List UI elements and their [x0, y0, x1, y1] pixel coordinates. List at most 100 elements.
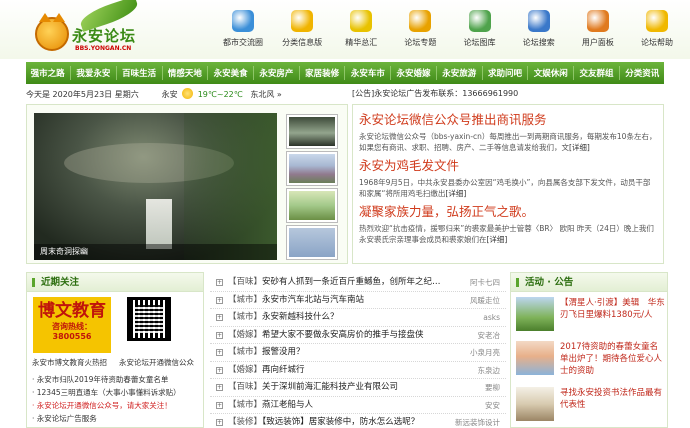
- thread-author[interactable]: 安老冶: [478, 327, 501, 344]
- news-headline[interactable]: 永安为鸡毛发文件: [359, 157, 657, 174]
- thread-author[interactable]: 要柳: [485, 379, 500, 396]
- thread-title[interactable]: 永安市汽车北站与汽车南站: [262, 295, 364, 305]
- site-logo[interactable]: 永安论坛 BBS.YONGAN.CN: [35, 0, 145, 57]
- news-more-link[interactable]: [详细]: [569, 143, 590, 152]
- main-nav-link[interactable]: 永安婚嫁: [397, 67, 431, 79]
- activity-item[interactable]: 寻找永安投资书法作品最有代表性: [516, 387, 666, 428]
- topnav-item[interactable]: 论坛搜索: [511, 10, 567, 54]
- main-nav-link[interactable]: 强市之路: [31, 67, 65, 79]
- topnav-label: 用户面板: [581, 38, 614, 47]
- news-more-link[interactable]: [详细]: [487, 235, 508, 244]
- site-header: 永安论坛 BBS.YONGAN.CN 都市交流圈 分类信息版 精华总汇 论坛专题 论坛图…: [0, 0, 690, 59]
- ad-headline: 博文教育: [38, 301, 106, 321]
- nav-separator: [252, 66, 254, 80]
- announcement-bar[interactable]: [公告]永安论坛广告发布联系：13666961990: [352, 88, 664, 102]
- education-ad-banner[interactable]: 博文教育 咨询热线：3800556: [33, 297, 111, 353]
- thread-author[interactable]: 小泉月亮: [470, 344, 500, 361]
- thread-title[interactable]: 关于深圳前海汇能科技产业有限公司: [262, 382, 398, 392]
- main-nav-link[interactable]: 求助问吧: [488, 67, 522, 79]
- activity-item[interactable]: 2017待资助的春蕾女童名单出炉了！期待各位爱心人士的资助: [516, 341, 666, 383]
- thread-author[interactable]: asks: [483, 309, 500, 326]
- main-nav-link[interactable]: 我爱永安: [76, 67, 110, 79]
- thread-title[interactable]: 希望大家不要做永安高房价的推手与接盘侠: [262, 330, 424, 340]
- list-item[interactable]: · 永安市归队2019年待资助春蕾女童名单: [32, 373, 202, 386]
- slideshow-thumbnail[interactable]: [286, 114, 338, 149]
- thread-title[interactable]: 安砂有人抓到一条近百斤重鳡鱼，创所年之纪…: [262, 277, 441, 287]
- topnav-item[interactable]: 论坛专题: [392, 10, 448, 54]
- thread-title[interactable]: 燕江老船与人: [262, 400, 313, 410]
- main-nav-link[interactable]: 交友群组: [579, 67, 613, 79]
- nav-separator: [618, 66, 620, 80]
- main-nav-link[interactable]: 情感天地: [168, 67, 202, 79]
- slideshow-thumbnail[interactable]: [286, 151, 338, 186]
- wind-text[interactable]: 东北风 »: [250, 90, 281, 99]
- topnav-item[interactable]: 论坛帮助: [629, 10, 685, 54]
- main-nav-link[interactable]: 分类资讯: [625, 67, 659, 79]
- activity-link[interactable]: 【渭星人·引渡】美辑 华东刃飞日里爆料1380元/人: [560, 297, 666, 321]
- slideshow-main-image[interactable]: 周末奇洞探幽: [34, 113, 277, 260]
- thread-title[interactable]: 永安新越科技什么？: [262, 312, 339, 322]
- nav-separator: [390, 66, 392, 80]
- thread-row[interactable]: + 【城市】永安新越科技什么？ asks: [210, 309, 506, 327]
- topnav-item[interactable]: 用户面板: [570, 10, 626, 54]
- thread-row[interactable]: + 【婚嫁】再向纤城行 东泉边: [210, 362, 506, 379]
- forum-homepage: 永安论坛 BBS.YONGAN.CN 都市交流圈 分类信息版 精华总汇 论坛专题 论坛图…: [0, 0, 690, 428]
- thread-row[interactable]: + 【装修】【致远装饰】居家装修中，防水怎么选呢？ 新远装饰设计: [210, 414, 506, 428]
- nav-separator: [435, 66, 437, 80]
- ad-caption[interactable]: 永安市博文教育火热招: [32, 357, 107, 368]
- main-nav-link[interactable]: 永安车市: [351, 67, 385, 79]
- chat-bubble-icon: [232, 10, 254, 32]
- thread-board-tag: 【城市】: [228, 399, 263, 410]
- main-nav-link[interactable]: 永安美食: [214, 67, 248, 79]
- thread-row[interactable]: + 【城市】燕江老船与人 安安: [210, 397, 506, 414]
- thread-text: 【城市】燕江老船与人: [228, 397, 313, 414]
- list-item[interactable]: · 永安论坛开通微信公众号，请大家关注！: [32, 399, 202, 412]
- activity-link[interactable]: 2017待资助的春蕾女童名单出炉了！期待各位爱心人士的资助: [560, 341, 666, 377]
- topnav-label: 论坛图库: [463, 38, 496, 47]
- news-more-link[interactable]: [详细]: [445, 189, 466, 198]
- activity-link[interactable]: 寻找永安投资书法作品最有代表性: [560, 387, 666, 411]
- plus-icon: +: [216, 401, 223, 409]
- thread-title[interactable]: 再向纤城行: [262, 365, 305, 375]
- thread-author[interactable]: 安安: [485, 397, 500, 414]
- topnav-item[interactable]: 精华总汇: [333, 10, 389, 54]
- thread-row[interactable]: + 【城市】永安市汽车北站与汽车南站 风暖走位: [210, 292, 506, 309]
- document-icon: [409, 10, 432, 32]
- thread-author[interactable]: 阿卡七四: [470, 274, 500, 291]
- topnav-label: 论坛帮助: [640, 38, 673, 47]
- thread-row[interactable]: + 【城市】报警没用？ 小泉月亮: [210, 344, 506, 362]
- main-nav-link[interactable]: 家居装修: [305, 67, 339, 79]
- qr-caption[interactable]: 永安论坛开通微信公众: [119, 357, 194, 368]
- thread-row[interactable]: + 【百味】关于深圳前海汇能科技产业有限公司 要柳: [210, 379, 506, 397]
- activity-item[interactable]: 【渭星人·引渡】美辑 华东刃飞日里爆料1380元/人: [516, 297, 666, 339]
- slideshow-thumbnail[interactable]: [286, 188, 338, 223]
- thread-author[interactable]: 新远装饰设计: [455, 414, 500, 428]
- thread-board-tag: 【城市】: [228, 312, 263, 322]
- thread-row[interactable]: + 【婚嫁】希望大家不要做永安高房价的推手与接盘侠 安老冶: [210, 327, 506, 344]
- thread-author[interactable]: 风暖走位: [470, 292, 500, 309]
- thread-row[interactable]: + 【百味】安砂有人抓到一条近百斤重鳡鱼，创所年之纪… 阿卡七四: [210, 274, 506, 292]
- main-nav-link[interactable]: 永安旅游: [442, 67, 476, 79]
- topnav-item[interactable]: 分类信息版: [274, 10, 330, 54]
- topnav-label: 分类信息版: [282, 38, 323, 47]
- main-nav-link[interactable]: 文娱休闲: [534, 67, 568, 79]
- topnav-label: 论坛专题: [404, 38, 437, 47]
- site-url: BBS.YONGAN.CN: [75, 45, 132, 52]
- thread-title[interactable]: 【致远装饰】居家装修中，防水怎么选呢？: [262, 417, 419, 427]
- main-nav-link[interactable]: 百味生活: [122, 67, 156, 79]
- topnav-item[interactable]: 论坛图库: [452, 10, 508, 54]
- topnav-label: 论坛搜索: [522, 38, 555, 47]
- thread-title[interactable]: 报警没用？: [262, 347, 305, 357]
- main-nav-link[interactable]: 永安房产: [259, 67, 293, 79]
- wechat-qr-code[interactable]: [127, 297, 171, 341]
- thread-author[interactable]: 东泉边: [478, 362, 501, 379]
- news-headline[interactable]: 永安论坛微信公众号推出商讯服务: [359, 111, 657, 128]
- list-item[interactable]: · 12345三明直通车（大事小事懂料诉求贴）: [32, 386, 202, 399]
- plus-icon: +: [216, 314, 223, 321]
- list-item[interactable]: · 永安论坛广告服务: [32, 412, 202, 425]
- topnav-item[interactable]: 都市交流圈: [215, 10, 271, 54]
- slideshow-thumbnail[interactable]: [286, 225, 338, 260]
- news-headline[interactable]: 凝聚家族力量，弘扬正气之歌。: [359, 203, 657, 220]
- plus-icon: +: [216, 366, 223, 374]
- plus-icon: +: [216, 384, 223, 391]
